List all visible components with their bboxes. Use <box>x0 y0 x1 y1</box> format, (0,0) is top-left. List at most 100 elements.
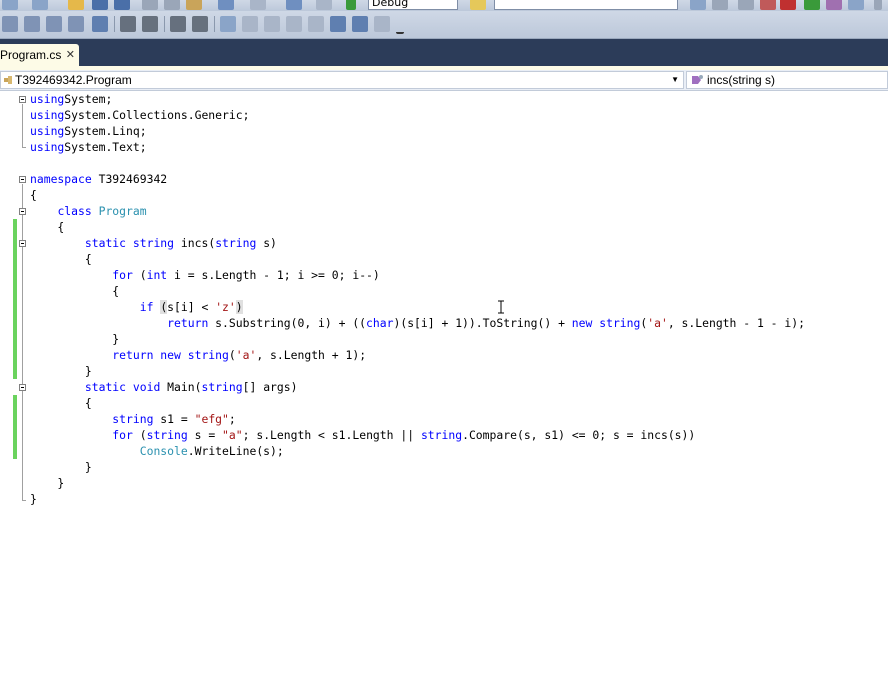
toolbar-separator <box>214 16 215 32</box>
code-line: } <box>30 331 119 347</box>
new-project-icon[interactable] <box>2 0 18 10</box>
team-explorer-icon[interactable] <box>804 0 820 10</box>
decrease-indent-icon[interactable] <box>120 16 136 32</box>
code-line: for (int i = s.Length - 1; i >= 0; i--) <box>30 267 380 283</box>
start-debugging-icon[interactable] <box>346 0 356 10</box>
save-all-icon[interactable] <box>114 0 130 10</box>
navigate-forward-icon[interactable] <box>316 0 332 10</box>
navigate-back-icon[interactable] <box>286 0 302 10</box>
code-token: .Compare(s, s1) <= 0; s = incs(s)) <box>462 428 696 442</box>
next-bookmark-icon[interactable] <box>264 16 280 32</box>
string-token: 'a' <box>235 348 257 362</box>
code-line: for (string s = "a"; s.Length < s1.Lengt… <box>30 427 695 443</box>
toolbar-options-icon[interactable] <box>874 0 882 10</box>
display-parameter-info-icon[interactable] <box>24 16 40 32</box>
extension-manager-icon[interactable] <box>848 0 864 10</box>
collapse-usings-icon[interactable] <box>19 96 26 103</box>
code-token: } <box>30 332 120 346</box>
navigation-bar: T392469342.Program ▼ incs(string s) <box>0 70 888 91</box>
collapse-namespace-icon[interactable] <box>19 176 26 183</box>
code-token: i = s.Length - 1; i >= 0; i--) <box>167 268 380 282</box>
code-line: { <box>30 283 119 299</box>
chevron-down-icon: ▼ <box>671 75 679 84</box>
types-dropdown[interactable]: T392469342.Program ▼ <box>0 71 684 89</box>
string-token: "efg" <box>194 412 229 426</box>
code-token: , s.Length - 1 - i); <box>667 316 805 330</box>
add-item-icon[interactable] <box>32 0 48 10</box>
solution-explorer-icon[interactable] <box>712 0 728 10</box>
code-token: ( <box>228 348 236 362</box>
clear-bookmarks-icon[interactable] <box>374 16 390 32</box>
tab-program-cs[interactable]: Program.cs ✕ <box>0 44 79 66</box>
find-in-files-icon[interactable] <box>690 0 706 10</box>
keyword-token: new string <box>571 316 641 330</box>
members-dropdown[interactable]: incs(string s) <box>686 71 888 89</box>
code-token: ; s.Length < s1.Length || <box>242 428 421 442</box>
outline-guide-end <box>22 147 26 148</box>
outline-guide-end <box>22 500 26 501</box>
changed-lines-marker <box>13 219 17 379</box>
save-icon[interactable] <box>92 0 108 10</box>
code-token: .WriteLine(s); <box>187 444 284 458</box>
previous-bookmark-icon[interactable] <box>242 16 258 32</box>
toggle-bookmark-icon[interactable] <box>220 16 236 32</box>
previous-bookmark-in-folder-icon[interactable] <box>286 16 302 32</box>
code-editor[interactable]: usingSystem; usingSystem.Collections.Gen… <box>0 91 888 677</box>
code-line: static string incs(string s) <box>30 235 277 251</box>
code-line: } <box>30 363 92 379</box>
toggle-bookmark-list-icon[interactable] <box>92 16 108 32</box>
keyword-token: using <box>30 124 65 138</box>
properties-icon[interactable] <box>738 0 754 10</box>
code-token: ( <box>132 268 147 282</box>
display-word-completion-icon[interactable] <box>68 16 84 32</box>
code-line: if (s[i] < 'z') <box>30 299 243 315</box>
uncomment-lines-icon[interactable] <box>192 16 208 32</box>
display-quick-info-icon[interactable] <box>46 16 62 32</box>
outline-guide <box>22 104 23 147</box>
cut-icon[interactable] <box>142 0 158 10</box>
display-object-member-list-icon[interactable] <box>2 16 18 32</box>
next-bookmark-in-folder-icon[interactable] <box>308 16 324 32</box>
code-token: } <box>30 492 37 506</box>
toolbar-options-icon[interactable] <box>396 20 404 34</box>
next-bookmark-in-document-icon[interactable] <box>352 16 368 32</box>
keyword-token: using <box>30 92 65 106</box>
collapse-method-main-icon[interactable] <box>19 384 26 391</box>
collapse-method-incs-icon[interactable] <box>19 240 26 247</box>
open-file-icon[interactable] <box>68 0 84 10</box>
redo-icon[interactable] <box>250 0 266 10</box>
increase-indent-icon[interactable] <box>142 16 158 32</box>
keyword-token: string <box>146 428 188 442</box>
toolbox-icon[interactable] <box>780 0 796 10</box>
code-token: { <box>30 252 92 266</box>
code-line: } <box>30 491 37 507</box>
code-token: [] args) <box>242 380 298 394</box>
collapse-class-icon[interactable] <box>19 208 26 215</box>
comment-out-lines-icon[interactable] <box>170 16 186 32</box>
class-icon <box>4 76 12 84</box>
previous-bookmark-in-document-icon[interactable] <box>330 16 346 32</box>
code-token: System; <box>64 92 113 106</box>
start-page-icon[interactable] <box>826 0 842 10</box>
keyword-token: for <box>112 428 133 442</box>
keyword-token: namespace <box>30 172 92 186</box>
keyword-token: using <box>30 108 65 122</box>
code-token: s = <box>187 428 223 442</box>
object-browser-icon[interactable] <box>760 0 776 10</box>
keyword-token: static string <box>84 236 175 250</box>
platform-icon[interactable] <box>470 0 486 10</box>
undo-icon[interactable] <box>218 0 234 10</box>
copy-icon[interactable] <box>164 0 180 10</box>
find-combo[interactable]: ▾ <box>494 0 678 10</box>
close-icon[interactable]: ✕ <box>66 44 75 66</box>
code-token: s.Substring(0, i) + (( <box>208 316 367 330</box>
solution-configuration-select[interactable]: Debug ▾ <box>368 0 458 10</box>
paste-icon[interactable] <box>186 0 202 10</box>
type-token: Console <box>139 444 188 458</box>
